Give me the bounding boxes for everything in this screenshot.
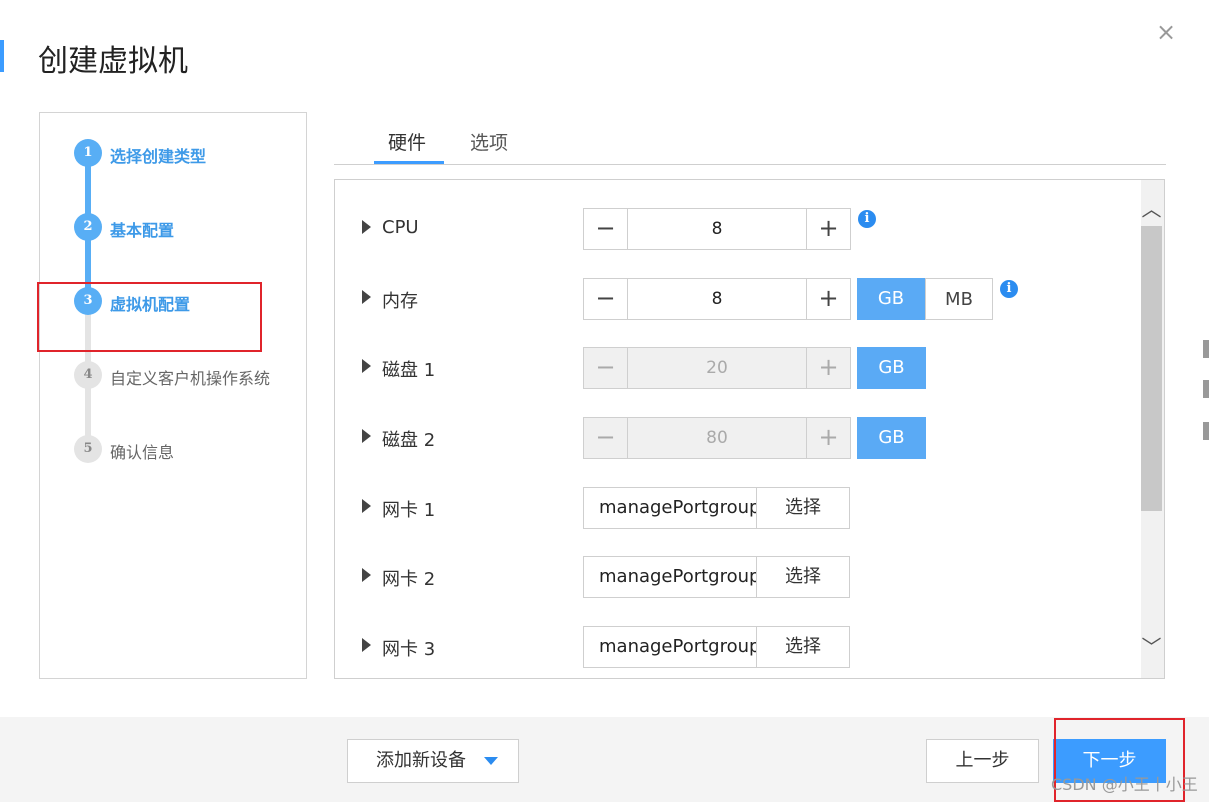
step-number: 4	[74, 361, 102, 389]
vertical-scrollbar[interactable]: ︿ ﹀	[1141, 180, 1164, 678]
caret-right-icon[interactable]	[362, 499, 371, 513]
active-tab-indicator	[374, 161, 444, 164]
step-basic-config[interactable]: 2 基本配置	[40, 213, 306, 243]
step-confirm[interactable]: 5 确认信息	[40, 435, 306, 465]
caret-right-icon[interactable]	[362, 568, 371, 582]
step-select-type[interactable]: 1 选择创建类型	[40, 139, 306, 169]
nic1-label: 网卡 1	[382, 500, 436, 521]
wizard-steps: 1 选择创建类型 2 基本配置 3 虚拟机配置 4 自定义客户机操作系统 5 确…	[39, 112, 307, 679]
tab-hardware[interactable]: 硬件	[388, 128, 426, 155]
disk1-value-input: 20	[706, 358, 728, 378]
memory-value-input[interactable]: 8	[629, 279, 805, 319]
tab-options[interactable]: 选项	[470, 128, 508, 155]
step-number: 1	[74, 139, 102, 167]
memory-increment-button[interactable]: +	[806, 279, 850, 319]
cpu-increment-button[interactable]: +	[806, 209, 850, 249]
nic3-label: 网卡 3	[382, 639, 436, 660]
hardware-row-cpu: CPU − 8 + i	[335, 208, 1135, 250]
scrollbar-thumb[interactable]	[1141, 226, 1162, 511]
nic3-portgroup-field[interactable]: managePortgroup	[583, 626, 757, 668]
step-label: 基本配置	[110, 221, 175, 240]
cpu-decrement-button[interactable]: −	[584, 209, 628, 249]
step-number: 2	[74, 213, 102, 241]
info-icon[interactable]: i	[858, 210, 876, 228]
tab-bar: 硬件 选项	[334, 122, 1166, 165]
hardware-row-disk2: 磁盘 2 − 80 + GB	[335, 417, 1135, 459]
watermark: CSDN @小王丨小王	[1051, 775, 1198, 794]
step-label: 确认信息	[110, 443, 175, 462]
close-icon[interactable]: ×	[1156, 18, 1176, 46]
disk2-label: 磁盘 2	[382, 430, 436, 451]
edge-artifact	[1203, 340, 1209, 358]
disk2-unit-gb-button[interactable]: GB	[857, 417, 926, 459]
disk1-label: 磁盘 1	[382, 360, 436, 381]
step-number: 5	[74, 435, 102, 463]
info-icon[interactable]: i	[1000, 280, 1018, 298]
caret-right-icon[interactable]	[362, 638, 371, 652]
memory-unit-gb-button[interactable]: GB	[857, 278, 925, 320]
create-vm-dialog: 创建虚拟机 × 1 选择创建类型 2 基本配置 3 虚拟机配置 4 自定义客户机…	[0, 0, 1209, 802]
disk2-decrement-button: −	[584, 418, 628, 458]
disk2-increment-button: +	[806, 418, 850, 458]
step-label: 自定义客户机操作系统	[110, 369, 271, 388]
memory-decrement-button[interactable]: −	[584, 279, 628, 319]
disk1-stepper: − 20 +	[583, 347, 851, 389]
hardware-row-nic1: 网卡 1 managePortgroup 选择	[335, 487, 1135, 529]
memory-stepper: − 8 +	[583, 278, 851, 320]
nic2-select-button[interactable]: 选择	[756, 556, 850, 598]
nic2-portgroup-field[interactable]: managePortgroup	[583, 556, 757, 598]
nic1-select-button[interactable]: 选择	[756, 487, 850, 529]
dialog-footer: 添加新设备 上一步 下一步 CSDN @小王丨小王	[0, 717, 1209, 802]
hardware-row-disk1: 磁盘 1 − 20 + GB	[335, 347, 1135, 389]
step-custom-guest-os[interactable]: 4 自定义客户机操作系统	[40, 361, 306, 391]
disk2-value-input: 80	[706, 428, 728, 448]
memory-unit-mb-button[interactable]: MB	[925, 278, 993, 320]
disk2-stepper: − 80 +	[583, 417, 851, 459]
edge-artifact	[1203, 422, 1209, 440]
caret-right-icon[interactable]	[362, 429, 371, 443]
nic1-portgroup-field[interactable]: managePortgroup	[583, 487, 757, 529]
add-device-button[interactable]: 添加新设备	[347, 739, 519, 783]
hardware-panel: CPU − 8 + i 内存 − 8 + GB MB i 磁盘 1 − 20 +…	[334, 179, 1165, 679]
dialog-title: 创建虚拟机	[38, 44, 188, 79]
hardware-row-nic2: 网卡 2 managePortgroup 选择	[335, 556, 1135, 598]
cpu-value-input[interactable]: 8	[629, 209, 805, 249]
memory-label: 内存	[382, 291, 418, 312]
disk1-unit-gb-button[interactable]: GB	[857, 347, 926, 389]
disk1-increment-button: +	[806, 348, 850, 388]
nic3-select-button[interactable]: 选择	[756, 626, 850, 668]
add-device-label: 添加新设备	[376, 750, 466, 771]
caret-right-icon[interactable]	[362, 220, 371, 234]
hardware-row-nic3: 网卡 3 managePortgroup 选择	[335, 626, 1135, 668]
step-label: 选择创建类型	[110, 147, 207, 166]
title-accent-bar	[0, 40, 4, 72]
cpu-label: CPU	[382, 217, 419, 238]
caret-down-icon	[484, 757, 498, 765]
chevron-down-icon[interactable]: ﹀	[1141, 634, 1162, 660]
highlight-box-current-step	[37, 282, 262, 352]
previous-button[interactable]: 上一步	[926, 739, 1039, 783]
chevron-up-icon[interactable]: ︿	[1141, 196, 1162, 222]
caret-right-icon[interactable]	[362, 359, 371, 373]
disk1-decrement-button: −	[584, 348, 628, 388]
caret-right-icon[interactable]	[362, 290, 371, 304]
nic2-label: 网卡 2	[382, 569, 436, 590]
cpu-stepper: − 8 +	[583, 208, 851, 250]
hardware-row-memory: 内存 − 8 + GB MB i	[335, 278, 1135, 320]
edge-artifact	[1203, 380, 1209, 398]
